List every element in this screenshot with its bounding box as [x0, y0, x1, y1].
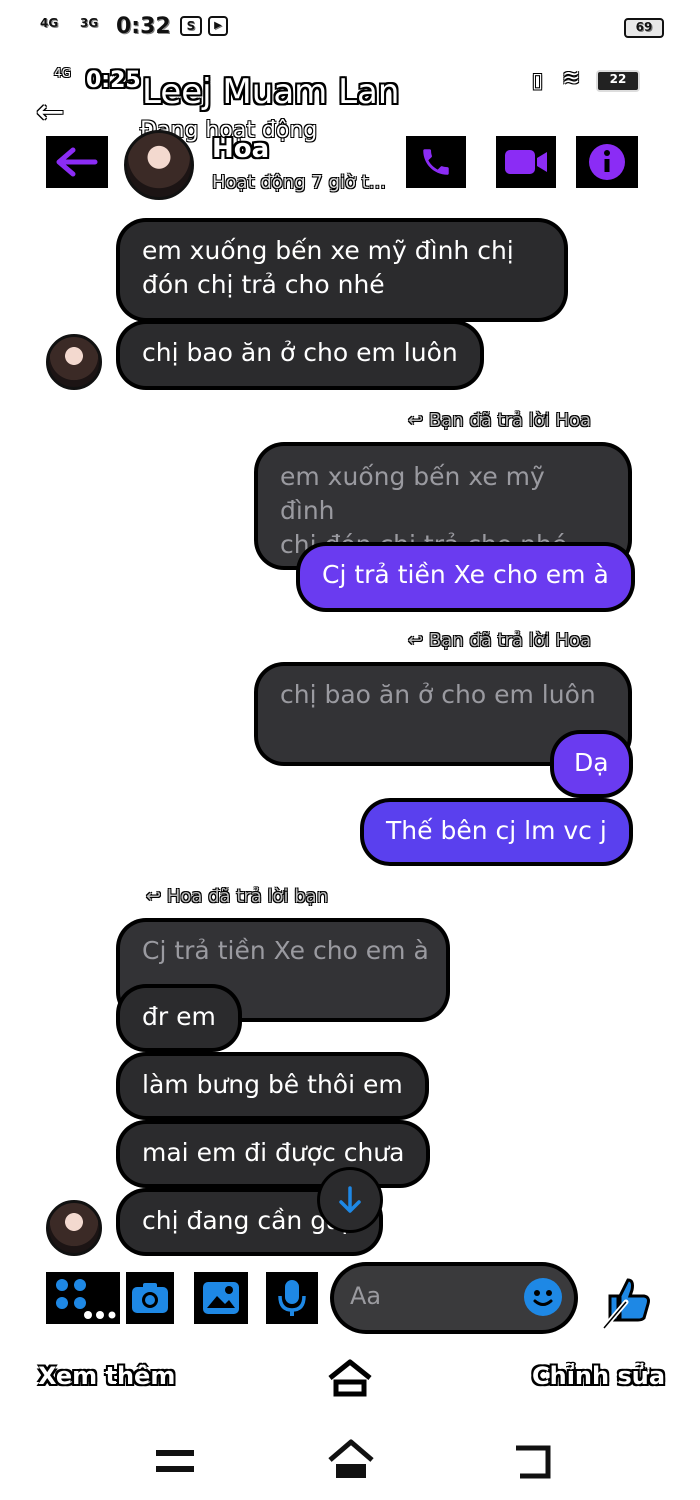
share-icon: [328, 1359, 372, 1397]
reply-icon: ↩: [146, 886, 167, 907]
emoji-button[interactable]: [524, 1278, 562, 1316]
notification-icon: S: [180, 16, 202, 36]
vibrate-icon: ▯: [532, 68, 544, 92]
like-button[interactable]: [596, 1270, 656, 1330]
share-button[interactable]: [326, 1356, 374, 1400]
quoted-text: Cj trả tiền Xe cho em à: [142, 936, 429, 965]
quoted-text: em xuống bến xe mỹ đình: [280, 462, 545, 525]
reply-icon: ↩: [408, 630, 429, 651]
home-icon: [328, 1439, 374, 1478]
reply-icon: ↩: [408, 410, 429, 431]
camera-button[interactable]: [126, 1272, 174, 1324]
reply-indicator: ↩ Bạn đã trả lời Hoa: [408, 630, 592, 651]
message-bubble[interactable]: chị bao ăn ở cho em luôn: [120, 324, 480, 386]
outer-status-bar: 4G 3G 0:32 S ▶ 69: [40, 14, 670, 42]
reply-indicator: ↩ Hoa đã trả lời bạn: [146, 886, 329, 907]
message-bubble[interactable]: em xuống bến xe mỹ đình chị đón chị trả …: [120, 222, 564, 318]
see-more-button[interactable]: Xem thêm: [38, 1362, 175, 1390]
message-text: em xuống bến xe mỹ đình chị: [142, 236, 514, 265]
reply-indicator: ↩ Bạn đã trả lời Hoa: [408, 410, 592, 431]
play-icon: ▶: [208, 16, 228, 36]
video-camera-icon: [505, 150, 547, 174]
message-text: đr em: [142, 1002, 216, 1031]
message-bubble[interactable]: đr em: [120, 988, 238, 1048]
smiley-icon: [533, 1290, 553, 1306]
contact-avatar[interactable]: [46, 334, 102, 390]
info-button[interactable]: [576, 136, 638, 188]
phone-icon: [423, 149, 449, 175]
edit-button[interactable]: Chỉnh sửa: [532, 1362, 665, 1390]
contact-name[interactable]: Hoa: [212, 134, 269, 164]
arrow-down-icon: [339, 1186, 361, 1213]
more-apps-button[interactable]: [46, 1272, 120, 1324]
signal-icon: 3G: [80, 16, 99, 30]
contact-last-active: Hoạt động 7 giờ t...: [212, 172, 386, 193]
message-text: chị bao ăn ở cho em luôn: [142, 338, 458, 367]
quoted-text: chị bao ăn ở cho em luôn: [280, 680, 596, 709]
battery-icon: 22: [596, 70, 640, 92]
back-arrow-icon[interactable]: ←: [36, 92, 65, 132]
signal-icon: 4G: [40, 16, 59, 30]
message-bubble[interactable]: làm bưng bê thôi em: [120, 1056, 425, 1116]
recent-apps-button[interactable]: [154, 1444, 196, 1478]
back-nav-button[interactable]: [512, 1444, 556, 1480]
back-arrow-icon: [56, 147, 98, 177]
my-message-bubble[interactable]: Dạ: [554, 734, 629, 794]
my-message-bubble[interactable]: Cj trả tiền Xe cho em à: [300, 546, 631, 608]
message-text: đón chị trả cho nhé: [142, 270, 385, 299]
signal-icon: 4G: [54, 66, 71, 80]
menu-icon: [156, 1450, 194, 1472]
scroll-down-button[interactable]: [320, 1170, 380, 1230]
message-bubble[interactable]: mai em đi được chưa: [120, 1124, 427, 1184]
home-button[interactable]: [326, 1438, 376, 1482]
clock: 0:25: [86, 68, 141, 93]
battery-icon: 69: [624, 18, 664, 38]
message-input[interactable]: Aa: [350, 1282, 381, 1310]
clock: 0:32: [116, 14, 171, 39]
message-text: mai em đi được chưa: [142, 1138, 405, 1167]
voice-button[interactable]: [266, 1272, 318, 1324]
thumbs-up-icon: [601, 1278, 650, 1330]
back-icon: [516, 1445, 551, 1479]
message-text: Dạ: [574, 748, 609, 777]
info-icon: [589, 144, 625, 180]
back-button[interactable]: [46, 136, 108, 188]
camera-icon: [132, 1283, 168, 1313]
call-button[interactable]: [406, 136, 466, 188]
my-message-bubble[interactable]: Thế bên cj lm vc j: [364, 802, 629, 862]
message-text: làm bưng bê thôi em: [142, 1070, 403, 1099]
contact-avatar[interactable]: [46, 1200, 102, 1256]
microphone-icon: [278, 1280, 306, 1316]
image-icon: [203, 1282, 239, 1314]
gallery-button[interactable]: [194, 1272, 248, 1324]
overlay-contact-name: Leej Muam Lan: [142, 72, 400, 112]
message-text: Thế bên cj lm vc j: [386, 816, 607, 845]
wifi-icon: ≋: [562, 66, 581, 91]
message-input-container[interactable]: Aa: [334, 1266, 574, 1330]
message-text: Cj trả tiền Xe cho em à: [322, 560, 609, 589]
grid-dots-icon: [56, 1279, 116, 1319]
video-call-button[interactable]: [496, 136, 556, 188]
contact-avatar[interactable]: [124, 130, 194, 200]
